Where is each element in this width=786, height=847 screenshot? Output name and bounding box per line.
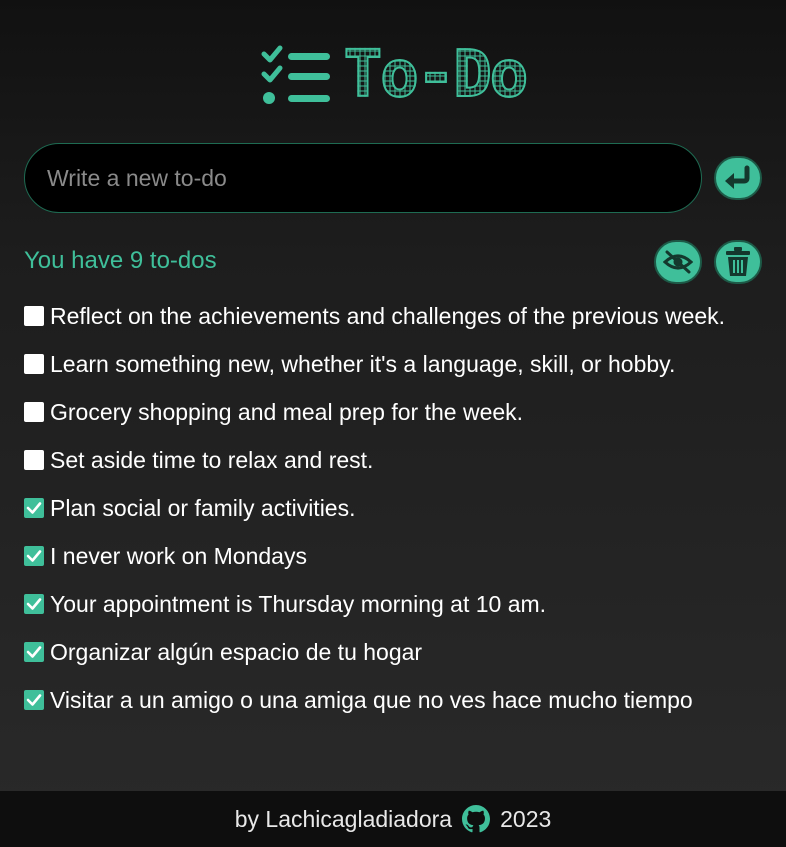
todo-item: I never work on Mondays <box>24 536 764 584</box>
todo-checkbox[interactable] <box>24 498 44 518</box>
enter-arrow-icon <box>725 165 750 189</box>
todo-item: Learn something new, whether it's a lang… <box>24 344 764 392</box>
todo-checkbox[interactable] <box>24 546 44 566</box>
todo-item: Reflect on the achievements and challeng… <box>24 296 764 344</box>
todo-checkbox[interactable] <box>24 306 44 326</box>
todo-checkbox[interactable] <box>24 642 44 662</box>
todo-text: Visitar a un amigo o una amiga que no ve… <box>50 687 693 713</box>
delete-completed-button[interactable] <box>714 240 762 284</box>
checkmark-icon <box>26 598 42 610</box>
checkmark-icon <box>26 502 42 514</box>
todo-text: I never work on Mondays <box>50 543 307 569</box>
todo-text: Your appointment is Thursday morning at … <box>50 591 547 617</box>
todo-summary-bar: You have 9 to-dos <box>24 240 764 284</box>
new-todo-form <box>24 143 764 213</box>
checklist-icon <box>261 45 330 104</box>
submit-todo-button[interactable] <box>714 156 762 200</box>
todo-checkbox[interactable] <box>24 690 44 710</box>
footer-author: by Lachicagladiadora <box>234 805 453 832</box>
todo-text: Grocery shopping and meal prep for the w… <box>50 399 524 425</box>
todo-item: Grocery shopping and meal prep for the w… <box>24 392 764 440</box>
todo-item: Plan social or family activities. <box>24 488 764 536</box>
todo-checkbox[interactable] <box>24 594 44 614</box>
github-icon <box>462 805 491 833</box>
trash-icon <box>726 247 750 276</box>
todo-checkbox[interactable] <box>24 450 44 470</box>
new-todo-input[interactable] <box>24 143 702 213</box>
app-header: To-Do <box>0 40 786 110</box>
todo-text: Reflect on the achievements and challeng… <box>50 303 726 329</box>
checkmark-icon <box>26 694 42 706</box>
todo-checkbox[interactable] <box>24 354 44 374</box>
github-link[interactable] <box>462 805 491 833</box>
todo-list: Reflect on the achievements and challeng… <box>24 296 764 728</box>
checkmark-icon <box>26 646 42 658</box>
todo-text: Learn something new, whether it's a lang… <box>50 351 676 377</box>
todo-text: Set aside time to relax and rest. <box>50 447 374 473</box>
app-title: To-Do <box>343 38 530 112</box>
todo-checkbox[interactable] <box>24 402 44 422</box>
footer-year: 2023 <box>500 805 552 832</box>
todo-text: Plan social or family activities. <box>50 495 356 521</box>
todo-item: Set aside time to relax and rest. <box>24 440 764 488</box>
footer: by Lachicagladiadora 2023 <box>0 791 786 847</box>
hide-completed-button[interactable] <box>654 240 702 284</box>
eye-slash-icon <box>663 250 693 274</box>
todo-count: You have 9 to-dos <box>24 247 217 274</box>
todo-text: Organizar algún espacio de tu hogar <box>50 639 423 665</box>
checkmark-icon <box>26 550 42 562</box>
todo-item: Your appointment is Thursday morning at … <box>24 584 764 632</box>
todo-item: Organizar algún espacio de tu hogar <box>24 632 764 680</box>
todo-item: Visitar a un amigo o una amiga que no ve… <box>24 680 764 728</box>
